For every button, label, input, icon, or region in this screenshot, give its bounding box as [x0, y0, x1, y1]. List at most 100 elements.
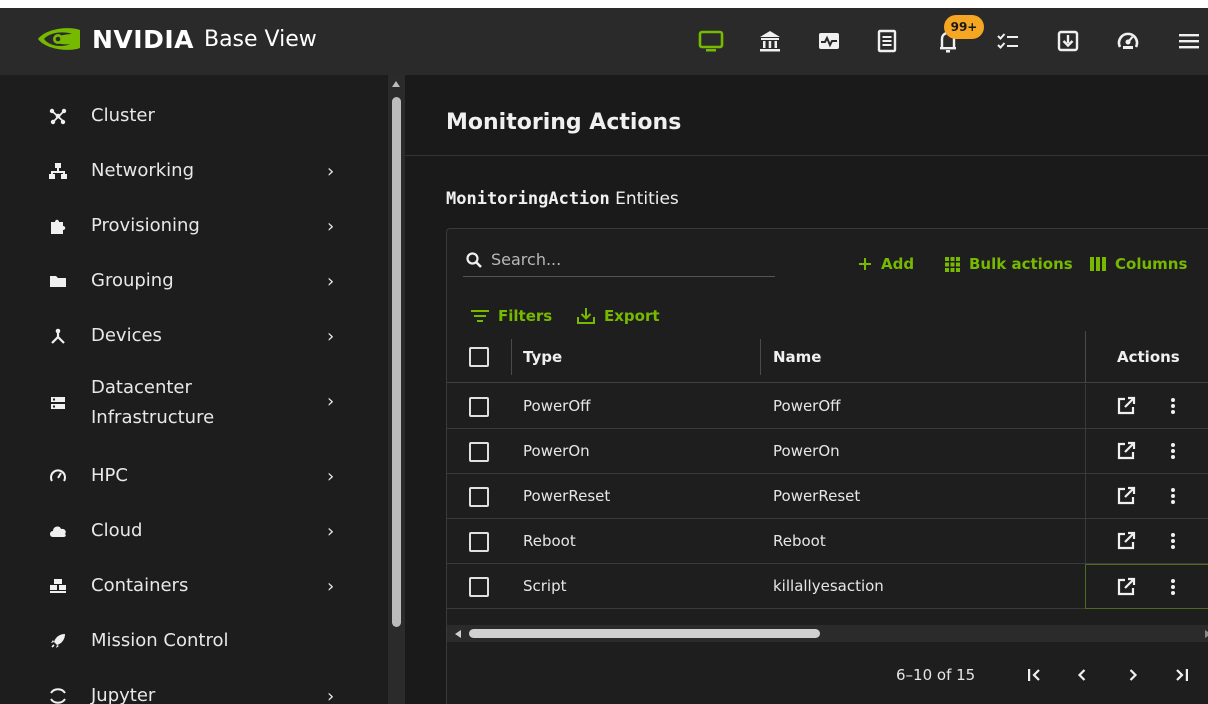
cell-name: PowerOff [773, 397, 841, 415]
bank-icon[interactable] [757, 28, 783, 54]
folder-icon [48, 271, 68, 291]
open-external-icon[interactable] [1116, 486, 1136, 506]
pulse-icon[interactable] [816, 28, 842, 54]
export-button[interactable]: Export [577, 307, 660, 325]
cluster-icon [48, 106, 68, 126]
bulk-actions-button[interactable]: Bulk actions [945, 255, 1073, 273]
sidebar-scrollbar-thumb[interactable] [392, 97, 401, 627]
speedometer-icon [48, 466, 68, 486]
table-horizontal-scrollbar[interactable] [447, 625, 1208, 642]
more-vertical-icon[interactable] [1168, 441, 1178, 461]
filters-button[interactable]: Filters [471, 307, 552, 325]
devices-icon [48, 326, 68, 346]
notification-badge[interactable]: 99+ [944, 15, 984, 39]
open-external-icon[interactable] [1116, 396, 1136, 416]
chevron-left-icon [1077, 669, 1086, 681]
chevron-right-icon: › [327, 160, 335, 182]
filters-label: Filters [498, 307, 553, 325]
last-page-button[interactable] [1169, 661, 1195, 689]
column-separator [1085, 331, 1086, 383]
row-checkbox[interactable] [469, 532, 489, 552]
sidebar-item-provisioning[interactable]: Provisioning › [0, 211, 387, 241]
add-button[interactable]: Add [858, 255, 914, 273]
more-vertical-icon[interactable] [1168, 577, 1178, 597]
chevron-right-icon: › [327, 391, 335, 412]
scroll-left-arrow-icon[interactable] [455, 630, 461, 638]
sidebar-item-cloud[interactable]: Cloud › [0, 516, 387, 546]
sidebar-item-label: Cloud [91, 520, 143, 541]
row-checkbox[interactable] [469, 577, 489, 597]
horizontal-scrollbar-thumb[interactable] [469, 629, 820, 638]
columns-button[interactable]: Columns [1090, 255, 1187, 273]
column-header-actions: Actions [1117, 348, 1180, 366]
columns-icon [1090, 257, 1106, 271]
grid-dots-icon [945, 256, 960, 272]
monitor-icon[interactable] [698, 28, 724, 54]
brand-name: NVIDIA [92, 24, 194, 54]
open-external-icon[interactable] [1116, 531, 1136, 551]
table-row[interactable]: PowerOn PowerOn [447, 429, 1208, 474]
sidebar-item-cluster[interactable]: Cluster [0, 101, 387, 131]
previous-page-button[interactable] [1069, 661, 1095, 689]
table-row[interactable]: PowerReset PowerReset [447, 474, 1208, 519]
chevron-right-icon [1129, 669, 1138, 681]
cell-name: killallyesaction [773, 577, 884, 595]
sidebar-item-hpc[interactable]: HPC › [0, 461, 387, 491]
table-row[interactable]: Script killallyesaction [447, 564, 1208, 609]
sidebar-item-label: Jupyter [91, 685, 156, 704]
sidebar-scrollbar[interactable] [388, 75, 405, 704]
row-actions [1085, 429, 1208, 474]
menu-icon[interactable] [1176, 28, 1202, 54]
gauge-icon[interactable] [1115, 28, 1141, 54]
chevron-right-icon: › [327, 465, 335, 487]
containers-icon [48, 576, 68, 596]
sidebar-item-grouping[interactable]: Grouping › [0, 266, 387, 296]
entities-suffix: Entities [609, 189, 679, 209]
select-all-checkbox[interactable] [469, 347, 489, 367]
plus-icon [858, 257, 872, 271]
table-row[interactable]: PowerOff PowerOff [447, 384, 1208, 429]
cell-type: PowerOff [523, 397, 591, 415]
more-vertical-icon[interactable] [1168, 396, 1178, 416]
sidebar-item-label: Networking [91, 160, 194, 181]
more-vertical-icon[interactable] [1168, 531, 1178, 551]
row-checkbox[interactable] [469, 397, 489, 417]
column-separator [511, 339, 512, 375]
checklist-icon[interactable] [995, 28, 1021, 54]
sidebar-item-jupyter[interactable]: Jupyter › [0, 681, 387, 704]
row-checkbox[interactable] [469, 487, 489, 507]
entities-heading: MonitoringAction Entities [446, 189, 679, 209]
cell-name: Reboot [773, 532, 826, 550]
filter-icon [471, 309, 489, 323]
search-box[interactable] [463, 243, 775, 277]
sidebar-item-devices[interactable]: Devices › [0, 321, 387, 351]
scroll-up-arrow-icon[interactable] [392, 81, 400, 87]
open-external-icon[interactable] [1116, 577, 1136, 597]
sidebar-item-label: Mission Control [91, 630, 229, 651]
sidebar-item-containers[interactable]: Containers › [0, 571, 387, 601]
sidebar-item-mission-control[interactable]: Mission Control [0, 626, 387, 656]
document-list-icon[interactable] [874, 28, 900, 54]
first-page-button[interactable] [1021, 661, 1047, 689]
row-checkbox[interactable] [469, 442, 489, 462]
next-page-button[interactable] [1120, 661, 1146, 689]
download-icon[interactable] [1055, 28, 1081, 54]
chevron-right-icon: › [327, 215, 335, 237]
sidebar-item-datacenter-infrastructure[interactable]: Datacenter Infrastructure › [0, 373, 387, 433]
sidebar-item-label-line2: Infrastructure [91, 407, 215, 428]
column-header-name[interactable]: Name [773, 348, 821, 366]
column-header-type[interactable]: Type [523, 348, 562, 366]
column-separator [760, 339, 761, 375]
more-vertical-icon[interactable] [1168, 486, 1178, 506]
cell-type: PowerOn [523, 442, 590, 460]
nvidia-logo[interactable]: NVIDIA Base View [36, 24, 317, 54]
nvidia-eye-icon [38, 28, 80, 50]
sidebar-item-networking[interactable]: Networking › [0, 156, 387, 186]
search-input[interactable] [491, 250, 751, 269]
columns-label: Columns [1115, 255, 1188, 273]
bulk-actions-label: Bulk actions [969, 255, 1073, 273]
table-row[interactable]: Reboot Reboot [447, 519, 1208, 564]
first-page-icon [1028, 669, 1040, 681]
export-icon [577, 308, 595, 324]
open-external-icon[interactable] [1116, 441, 1136, 461]
